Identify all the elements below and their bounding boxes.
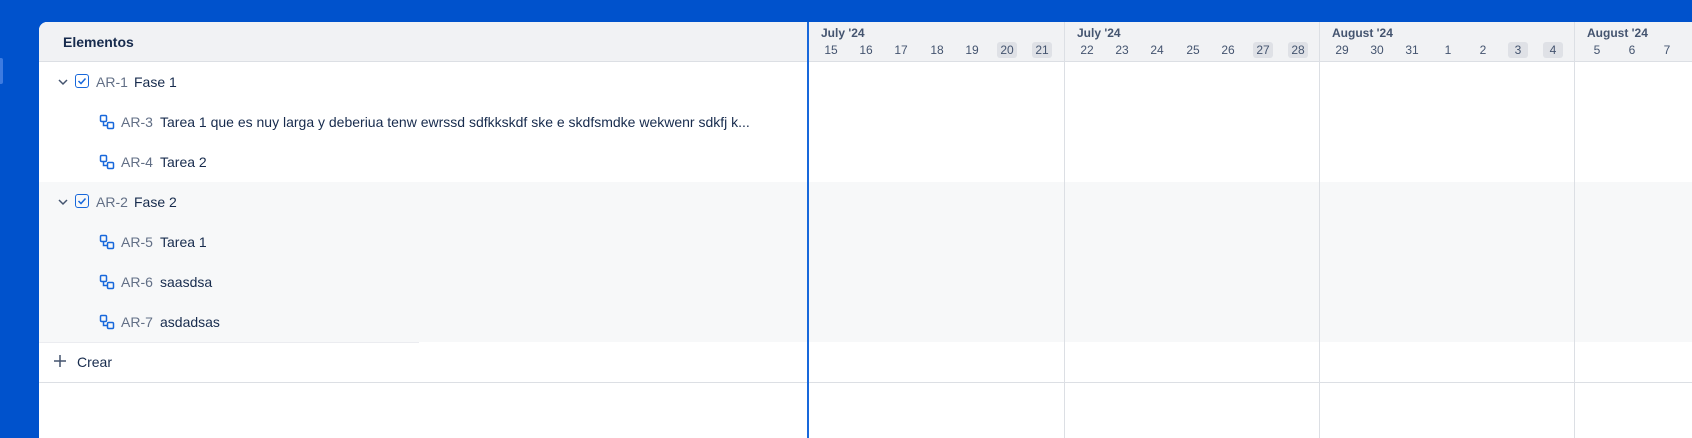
- today-marker[interactable]: [807, 22, 809, 438]
- timeline-grid: July '24 15 16 17 18 19 20 21 July '24 2…: [809, 22, 1692, 438]
- issue-key[interactable]: AR-7: [121, 314, 153, 330]
- list-header: Elementos: [39, 22, 809, 62]
- day-label: 25: [1186, 43, 1200, 57]
- create-issue-row[interactable]: Crear: [39, 342, 809, 383]
- day-label: 2: [1479, 43, 1487, 57]
- create-button[interactable]: Crear: [77, 354, 112, 370]
- day-label-weekend: 20: [997, 42, 1017, 58]
- issue-title[interactable]: Tarea 1 que es nuy larga y deberiua tenw…: [160, 114, 800, 130]
- subtask-icon: [99, 154, 115, 170]
- issue-key[interactable]: AR-6: [121, 274, 153, 290]
- issue-title[interactable]: Fase 2: [134, 194, 774, 210]
- day-label: 30: [1370, 43, 1384, 57]
- checkbox-icon: [75, 74, 89, 88]
- week-label: August '24: [1587, 26, 1648, 40]
- subtask-icon: [99, 274, 115, 290]
- week-column: August '24 29 30 31 1 2 3 4: [1319, 22, 1574, 438]
- issue-list-pane: Elementos AR-1 Fase 1 AR-3 Tarea 1 que e…: [39, 22, 809, 438]
- day-label: 7: [1663, 43, 1671, 57]
- subtask-row-ar-5[interactable]: AR-5 Tarea 1: [39, 222, 809, 262]
- week-label: July '24: [821, 26, 865, 40]
- subtask-row-ar-7[interactable]: AR-7 asdadsas: [39, 302, 809, 342]
- week-column: August '24 5 6 7: [1574, 22, 1692, 438]
- subtask-row-ar-3[interactable]: AR-3 Tarea 1 que es nuy larga y deberiua…: [39, 102, 809, 142]
- subtask-icon: [99, 314, 115, 330]
- day-label: 18: [930, 43, 944, 57]
- issue-title[interactable]: Tarea 2: [160, 154, 800, 170]
- day-label: 15: [824, 43, 838, 57]
- day-label-weekend: 28: [1288, 42, 1308, 58]
- issue-key[interactable]: AR-3: [121, 114, 153, 130]
- day-label: 6: [1628, 43, 1636, 57]
- week-label: August '24: [1332, 26, 1393, 40]
- day-label: 5: [1593, 43, 1601, 57]
- day-label: 31: [1405, 43, 1419, 57]
- subtask-icon: [99, 114, 115, 130]
- chevron-down-icon[interactable]: [57, 76, 69, 88]
- day-label: 24: [1150, 43, 1164, 57]
- issue-title[interactable]: Tarea 1: [160, 234, 800, 250]
- epic-row-ar-2[interactable]: AR-2 Fase 2: [39, 182, 809, 222]
- timeline-board: Elementos AR-1 Fase 1 AR-3 Tarea 1 que e…: [39, 22, 1692, 438]
- day-label-weekend: 21: [1032, 42, 1052, 58]
- subtask-icon: [99, 234, 115, 250]
- issue-title[interactable]: Fase 1: [134, 74, 774, 90]
- day-label: 22: [1080, 43, 1094, 57]
- issue-key[interactable]: AR-4: [121, 154, 153, 170]
- day-label: 19: [965, 43, 979, 57]
- week-column: July '24 22 23 24 25 26 27 28: [1064, 22, 1319, 438]
- day-label: 17: [894, 43, 908, 57]
- issue-key[interactable]: AR-1: [96, 74, 128, 90]
- issue-key[interactable]: AR-2: [96, 194, 128, 210]
- week-column: July '24 15 16 17 18 19 20 21: [809, 22, 1064, 438]
- list-header-label: Elementos: [63, 34, 134, 50]
- chevron-down-icon[interactable]: [57, 196, 69, 208]
- day-label-weekend: 27: [1253, 42, 1273, 58]
- sidebar-collapse-handle[interactable]: [0, 58, 3, 84]
- epic-row-ar-1[interactable]: AR-1 Fase 1: [39, 62, 809, 102]
- issue-title[interactable]: saasdsa: [160, 274, 800, 290]
- issue-key[interactable]: AR-5: [121, 234, 153, 250]
- checkbox-icon: [75, 194, 89, 208]
- day-label-weekend: 3: [1508, 42, 1528, 58]
- day-label: 1: [1444, 43, 1452, 57]
- subtask-row-ar-4[interactable]: AR-4 Tarea 2: [39, 142, 809, 182]
- day-label: 23: [1115, 43, 1129, 57]
- plus-icon[interactable]: [53, 354, 67, 368]
- day-label: 16: [859, 43, 873, 57]
- day-label-weekend: 4: [1543, 42, 1563, 58]
- app-sidebar-edge: [0, 0, 14, 438]
- subtask-row-ar-6[interactable]: AR-6 saasdsa: [39, 262, 809, 302]
- day-label: 29: [1335, 43, 1349, 57]
- week-label: July '24: [1077, 26, 1121, 40]
- day-label: 26: [1221, 43, 1235, 57]
- issue-title[interactable]: asdadsas: [160, 314, 800, 330]
